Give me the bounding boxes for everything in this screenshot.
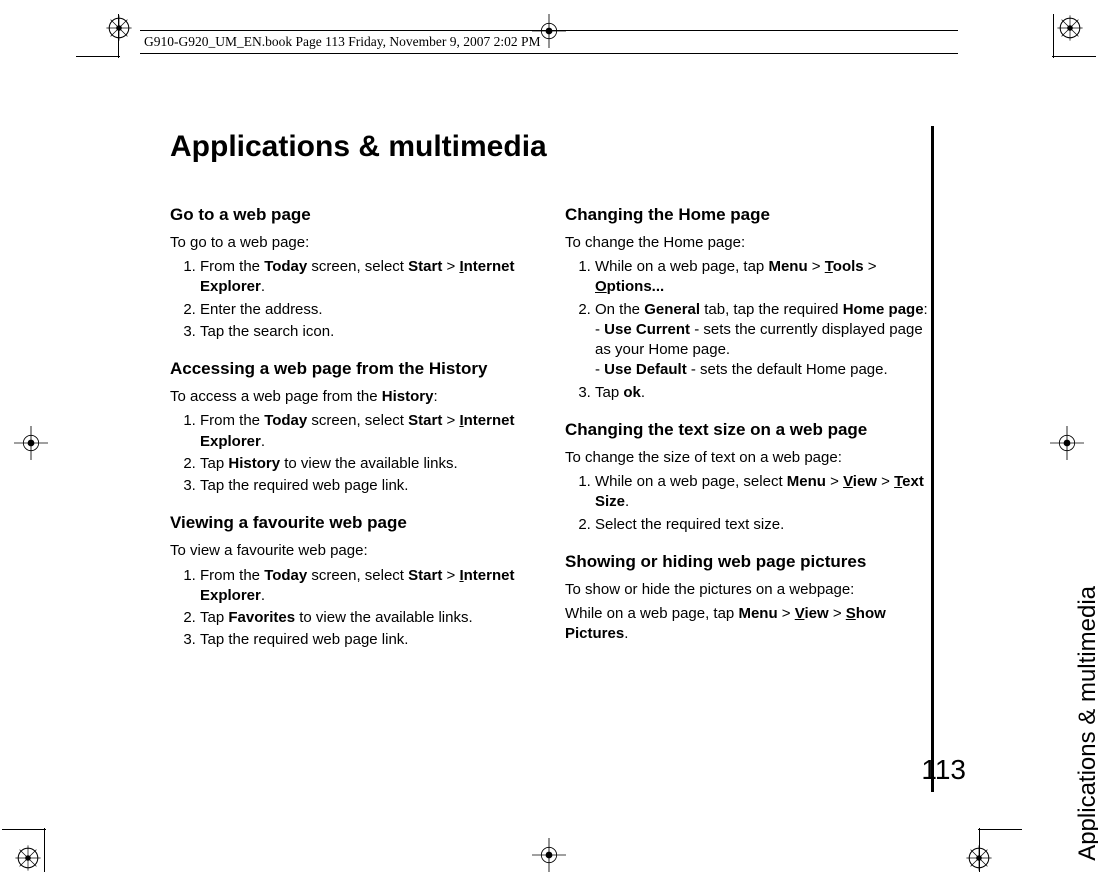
- body-text: To access a web page from the History:: [170, 387, 543, 407]
- crop-mark-icon: [1050, 426, 1084, 460]
- crop-mark-icon: [14, 844, 42, 872]
- page-content: Applications & multimedia Go to a web pa…: [170, 120, 938, 657]
- crop-mark-icon: [1056, 14, 1084, 42]
- list-item: Tap the required web page link.: [200, 630, 543, 650]
- column-left: Go to a web page To go to a web page: Fr…: [170, 188, 543, 657]
- crop-mark-icon: [105, 14, 133, 42]
- column-right: Changing the Home page To change the Hom…: [565, 188, 938, 657]
- crop-line-icon: [72, 34, 142, 104]
- step-list: From the Today screen, select Start > In…: [170, 257, 543, 342]
- list-item: Tap the search icon.: [200, 322, 543, 342]
- list-item: Select the required text size.: [595, 515, 938, 535]
- list-item: Enter the address.: [200, 300, 543, 320]
- step-list: From the Today screen, select Start > In…: [170, 411, 543, 496]
- list-item: From the Today screen, select Start > In…: [200, 566, 543, 607]
- crop-mark-icon: [965, 844, 993, 872]
- body-text: To change the size of text on a web page…: [565, 448, 938, 468]
- list-item: Tap Favorites to view the available link…: [200, 608, 543, 628]
- section-heading: Go to a web page: [170, 204, 543, 227]
- page-title: Applications & multimedia: [170, 130, 938, 164]
- header-bar: G910-G920_UM_EN.book Page 113 Friday, No…: [140, 30, 958, 56]
- list-item: While on a web page, tap Menu > Tools > …: [595, 257, 938, 298]
- crop-line-icon: [956, 34, 1026, 104]
- list-item: From the Today screen, select Start > In…: [200, 257, 543, 298]
- body-text: To change the Home page:: [565, 233, 938, 253]
- body-text: While on a web page, tap Menu > View > S…: [565, 604, 938, 645]
- body-text: To show or hide the pictures on a webpag…: [565, 580, 938, 600]
- list-item: While on a web page, select Menu > View …: [595, 472, 938, 513]
- section-heading: Changing the text size on a web page: [565, 419, 938, 442]
- section-side-label: Applications & multimedia: [1074, 586, 1098, 861]
- crop-line-icon: [956, 782, 1026, 852]
- crop-mark-icon: [532, 838, 566, 872]
- body-text: To go to a web page:: [170, 233, 543, 253]
- section-heading: Accessing a web page from the History: [170, 358, 543, 381]
- step-list: While on a web page, tap Menu > Tools > …: [565, 257, 938, 403]
- step-list: While on a web page, select Menu > View …: [565, 472, 938, 535]
- list-item: On the General tab, tap the required Hom…: [595, 300, 938, 381]
- section-heading: Showing or hiding web page pictures: [565, 551, 938, 574]
- crop-line-icon: [72, 782, 142, 852]
- list-item: Tap the required web page link.: [200, 476, 543, 496]
- list-item: From the Today screen, select Start > In…: [200, 411, 543, 452]
- header-book-info: G910-G920_UM_EN.book Page 113 Friday, No…: [144, 34, 540, 50]
- list-item: Tap History to view the available links.: [200, 454, 543, 474]
- list-item: Tap ok.: [595, 383, 938, 403]
- page-number: 113: [921, 754, 966, 786]
- step-list: From the Today screen, select Start > In…: [170, 566, 543, 651]
- section-heading: Changing the Home page: [565, 204, 938, 227]
- body-text: To view a favourite web page:: [170, 541, 543, 561]
- section-heading: Viewing a favourite web page: [170, 512, 543, 535]
- crop-mark-icon: [14, 426, 48, 460]
